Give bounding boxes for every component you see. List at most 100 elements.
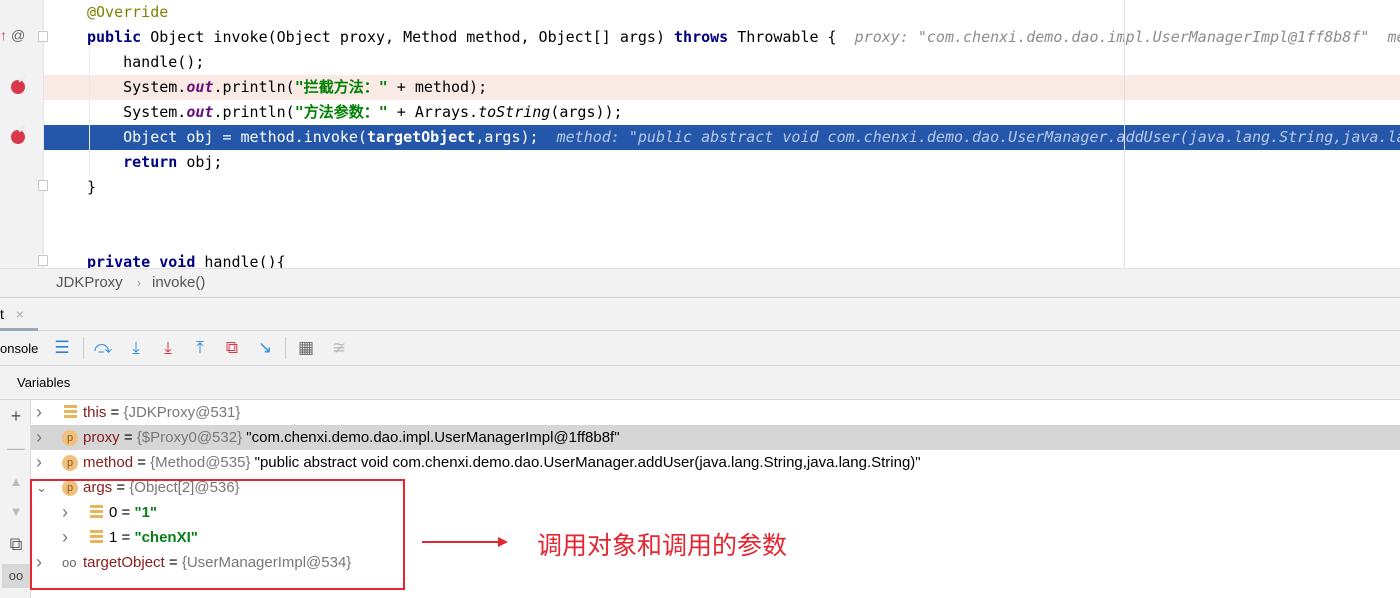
code-line[interactable]: return obj; bbox=[0, 150, 1400, 175]
code-token: out bbox=[186, 78, 214, 96]
code-token: handle(); bbox=[87, 53, 205, 71]
watches-toggle-icon[interactable]: oo bbox=[2, 564, 30, 588]
variables-side-toolbar: + — ▲ ▼ ⧉ oo bbox=[0, 400, 31, 598]
override-up-arrow-icon[interactable]: ↑ bbox=[0, 27, 7, 43]
code-token: @Override bbox=[87, 3, 169, 21]
equals-sign: = bbox=[119, 429, 137, 446]
code-token: private bbox=[87, 253, 160, 268]
chevron-right-icon[interactable]: › bbox=[36, 400, 42, 425]
step-into-icon[interactable]: ⤓ bbox=[124, 337, 148, 359]
variable-name: this bbox=[83, 404, 107, 421]
variable-row[interactable]: › this = {JDKProxy@531} bbox=[31, 400, 1400, 425]
code-editor[interactable]: @Override public Object invoke(Object pro… bbox=[0, 0, 1400, 268]
code-token: toString bbox=[478, 103, 551, 121]
variable-value: "public abstract void com.chenxi.demo.da… bbox=[254, 454, 921, 471]
toolbar-separator bbox=[83, 337, 84, 359]
remove-watch-icon[interactable]: — bbox=[4, 436, 28, 460]
move-up-icon[interactable]: ▲ bbox=[4, 470, 28, 494]
variable-type: {Method@535} bbox=[150, 454, 251, 471]
code-line[interactable]: } bbox=[0, 175, 1400, 200]
trace-icon[interactable]: ≆ bbox=[327, 337, 351, 359]
parameter-icon: p bbox=[62, 455, 78, 471]
code-token: System. bbox=[87, 78, 187, 96]
variable-name: method bbox=[83, 454, 134, 471]
code-token: method: "public abstract void com.chenxi… bbox=[556, 128, 1400, 146]
code-token: "拦截方法：" bbox=[294, 78, 388, 96]
code-token: System. bbox=[87, 103, 187, 121]
code-line[interactable]: System.out.println("方法参数：" + Arrays.toSt… bbox=[0, 100, 1400, 125]
chevron-right-icon[interactable]: › bbox=[36, 450, 42, 475]
breakpoint-line[interactable]: System.out.println("拦截方法：" + method); bbox=[44, 75, 1400, 100]
annotation-arrow bbox=[422, 537, 508, 547]
variable-type: {JDKProxy@531} bbox=[123, 404, 241, 421]
close-icon[interactable]: × bbox=[16, 306, 24, 322]
annotation-at-icon[interactable]: @ bbox=[11, 27, 25, 43]
breadcrumb: JDKProxy › invoke() bbox=[0, 268, 1400, 297]
breakpoint-icon[interactable] bbox=[11, 73, 26, 94]
copy-icon[interactable]: ⧉ bbox=[4, 532, 28, 556]
code-token: public bbox=[87, 28, 151, 46]
breadcrumb-class[interactable]: JDKProxy bbox=[56, 269, 123, 297]
code-line[interactable] bbox=[0, 225, 1400, 250]
step-out-icon[interactable]: ⤒ bbox=[188, 337, 212, 359]
step-over-icon[interactable]: ⤼ bbox=[91, 337, 115, 359]
code-token: proxy: "com.chenxi.demo.dao.impl.UserMan… bbox=[854, 28, 1400, 46]
evaluate-expression-icon[interactable]: ▦ bbox=[294, 337, 318, 359]
variable-value: "com.chenxi.demo.dao.impl.UserManagerImp… bbox=[246, 429, 620, 446]
debug-tab-bar: t × bbox=[0, 297, 1400, 331]
variable-name: proxy bbox=[83, 429, 120, 446]
breakpoint-icon[interactable] bbox=[11, 123, 26, 144]
code-line[interactable]: public Object invoke(Object proxy, Metho… bbox=[0, 25, 1400, 50]
debug-tab-label: t bbox=[0, 306, 4, 322]
code-token: .println( bbox=[213, 103, 295, 121]
right-margin-guide bbox=[1124, 0, 1125, 268]
move-down-icon[interactable]: ▼ bbox=[4, 500, 28, 524]
code-token: obj; bbox=[186, 153, 223, 171]
code-token: "方法参数：" bbox=[294, 103, 388, 121]
code-token: + method); bbox=[387, 78, 488, 96]
chevron-right-icon[interactable]: › bbox=[36, 425, 42, 450]
code-token: out bbox=[186, 103, 214, 121]
equals-sign: = bbox=[106, 404, 124, 421]
variables-header: Variables bbox=[0, 366, 1400, 400]
current-execution-line[interactable]: Object obj = method.invoke(targetObject,… bbox=[44, 125, 1400, 150]
fold-icon[interactable] bbox=[38, 255, 48, 266]
code-line[interactable]: @Override bbox=[0, 0, 1400, 25]
drop-frame-icon[interactable]: ⧉ bbox=[220, 337, 244, 359]
field-icon bbox=[64, 405, 77, 420]
code-token: throws bbox=[674, 28, 738, 46]
debug-tab[interactable]: t × bbox=[0, 298, 38, 331]
variable-type: {$Proxy0@532} bbox=[136, 429, 243, 446]
code-token: + Arrays. bbox=[387, 103, 479, 121]
breadcrumb-separator: › bbox=[137, 276, 141, 290]
toolbar-separator bbox=[285, 337, 286, 359]
annotation-text: 调用对象和调用的参数 bbox=[537, 531, 788, 560]
code-token: (args)); bbox=[550, 103, 623, 121]
code-line[interactable] bbox=[0, 200, 1400, 225]
show-execution-point-icon[interactable]: ☰ bbox=[50, 337, 74, 359]
variables-title: Variables bbox=[17, 375, 71, 390]
code-token: } bbox=[87, 178, 97, 196]
code-token: Object obj = method.invoke( bbox=[87, 128, 367, 146]
code-token: void bbox=[159, 253, 205, 268]
variable-row[interactable]: › p proxy = {$Proxy0@532} "com.chenxi.demo… bbox=[31, 425, 1400, 450]
code-line[interactable]: private void handle(){ bbox=[0, 250, 1400, 268]
fold-icon[interactable] bbox=[38, 31, 48, 42]
code-token: handle(){ bbox=[204, 253, 286, 268]
debugger-toolbar: onsole ☰ ⤼ ⤓ ⤓ ⤒ ⧉ ↘ ▦ ≆ bbox=[0, 331, 1400, 366]
run-to-cursor-icon[interactable]: ↘ bbox=[253, 337, 277, 359]
fold-icon[interactable] bbox=[38, 180, 48, 191]
add-watch-icon[interactable]: + bbox=[4, 404, 28, 428]
breadcrumb-method[interactable]: invoke() bbox=[152, 269, 205, 297]
equals-sign: = bbox=[133, 454, 151, 471]
variable-row[interactable]: › p method = {Method@535} "public abstract… bbox=[31, 450, 1400, 475]
code-token: ,args); bbox=[475, 128, 557, 146]
code-token: Object invoke(Object proxy, Method metho… bbox=[150, 28, 675, 46]
highlight-box bbox=[30, 479, 405, 590]
force-step-into-icon[interactable]: ⤓ bbox=[156, 337, 180, 359]
parameter-icon: p bbox=[62, 430, 78, 446]
console-tab[interactable]: onsole bbox=[0, 331, 38, 366]
code-line[interactable]: handle(); bbox=[0, 50, 1400, 75]
code-token: .println( bbox=[213, 78, 295, 96]
